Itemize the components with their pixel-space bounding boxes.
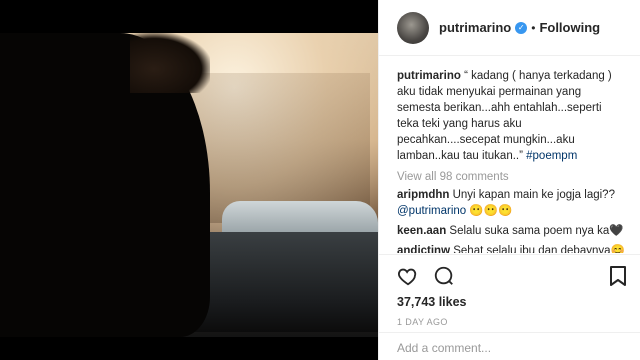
comment-mention[interactable]: @putrimarino [397, 205, 466, 217]
view-all-comments-link[interactable]: View all 98 comments [397, 171, 626, 183]
comment-username[interactable]: keen.aan [397, 225, 446, 237]
post-caption: putrimarino “ kadang ( hanya terkadang )… [397, 68, 626, 164]
caption-hashtag[interactable]: #poempm [526, 150, 577, 162]
comment-text: Selalu suka sama poem nya ka🖤 [446, 225, 624, 237]
comment-text: Sehat selalu ibu dan debaynya😊 [450, 245, 625, 253]
heart-icon[interactable] [397, 265, 419, 287]
separator-dot: • [531, 20, 536, 35]
bookmark-icon[interactable] [609, 265, 627, 287]
comments-section: putrimarino “ kadang ( hanya terkadang )… [379, 56, 640, 253]
comment-item: keen.aan Selalu suka sama poem nya ka🖤 [397, 223, 626, 239]
photo-hair [130, 33, 210, 93]
comment-item: aripmdhn Unyi kapan main ke jogja lagi??… [397, 187, 626, 219]
comment-bubble-icon[interactable] [433, 265, 455, 287]
post-photo[interactable] [0, 0, 378, 360]
post-sidebar: putrimarino ✓ • Following putrimarino “ … [378, 0, 640, 360]
comment-username[interactable]: andictinw [397, 245, 450, 253]
post-header: putrimarino ✓ • Following [379, 0, 640, 56]
comment-emoji: 😶😶😶 [466, 205, 513, 217]
comment-username[interactable]: aripmdhn [397, 189, 449, 201]
likes-count[interactable]: 37,743 likes [397, 295, 627, 309]
post-username[interactable]: putrimarino [439, 20, 511, 35]
add-comment-input[interactable]: Add a comment... [379, 332, 640, 360]
comment-text: Unyi kapan main ke jogja lagi?? [449, 189, 615, 201]
following-button[interactable]: Following [539, 20, 600, 35]
avatar[interactable] [397, 11, 429, 44]
verified-badge-icon: ✓ [515, 21, 528, 34]
post-actions: 37,743 likes 1 DAY AGO [379, 254, 640, 327]
comment-item: andictinw Sehat selalu ibu dan debaynya😊 [397, 243, 626, 253]
post-timestamp[interactable]: 1 DAY AGO [397, 317, 627, 327]
caption-text: “ kadang ( hanya terkadang ) aku tidak m… [397, 70, 612, 162]
caption-username[interactable]: putrimarino [397, 70, 461, 82]
